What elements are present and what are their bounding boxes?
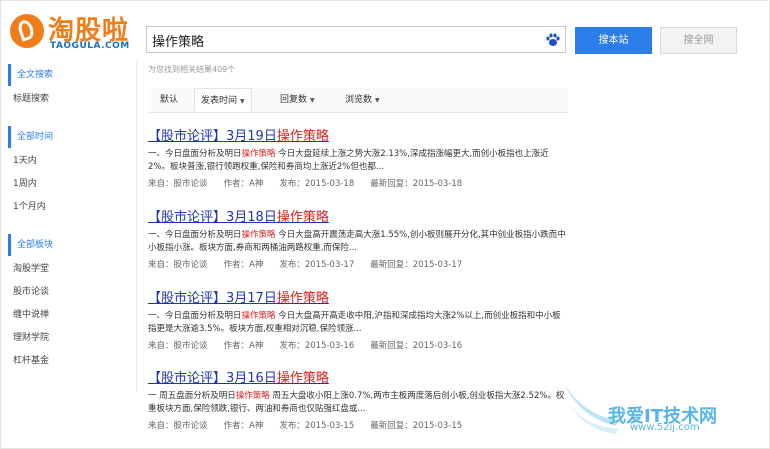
snippet-text: 一 周五盘面分析及明日	[148, 391, 236, 401]
result-title-highlight: 操作策略	[276, 129, 329, 144]
sort-down-icon: ▼	[240, 98, 245, 105]
tab-views[interactable]: 浏览数 ▼	[345, 88, 380, 112]
snippet-highlight: 操作策略	[235, 391, 270, 401]
result-last-reply: 最新回复：2015-03-15	[370, 421, 463, 431]
result-source[interactable]: 来自：股市论谈	[148, 179, 208, 189]
snippet-text: 一、今日盘面分析及明日	[148, 230, 242, 240]
tab-label: 发表时间	[201, 96, 238, 106]
tab-label: 回复数	[280, 95, 308, 105]
snippet-text: 一、今日盘面分析及明日	[148, 149, 242, 159]
result-title-highlight: 操作策略	[276, 291, 329, 306]
sidebar-item-board[interactable]: 股市论谈	[13, 284, 49, 300]
result-meta: 来自：股市论谈 作者：A神 发布：2015-03-15 最新回复：2015-03-15	[148, 419, 568, 431]
result-title-link[interactable]: 【股市论评】3月17日操作策略	[148, 290, 568, 308]
result-snippet: 一、今日盘面分析及明日操作策略 今日大盘高开高走收中阳,沪指和深成指均大涨2%以…	[148, 310, 566, 336]
result-title-highlight: 操作策略	[276, 371, 329, 386]
sort-down-icon: ▼	[310, 97, 315, 104]
paw-icon[interactable]	[545, 32, 561, 48]
sidebar-item-all-boards[interactable]: 全部板块	[8, 234, 53, 256]
result-author[interactable]: 作者：A神	[224, 421, 264, 431]
snippet-highlight: 操作策略	[241, 311, 276, 321]
result-last-reply: 最新回复：2015-03-18	[370, 179, 463, 189]
sidebar-item-board[interactable]: 淘股学堂	[13, 261, 49, 277]
sidebar-item-1day[interactable]: 1天内	[13, 153, 37, 169]
tab-publish-time[interactable]: 发表时间 ▼	[194, 88, 252, 112]
sidebar-item-all-time[interactable]: 全部时间	[8, 126, 53, 148]
sort-down-icon: ▼	[375, 97, 380, 104]
search-box	[146, 26, 566, 53]
watermark: 我爱IT技术网 www.52ij.com	[560, 380, 765, 442]
search-site-button[interactable]: 搜本站	[575, 27, 652, 54]
result-source[interactable]: 来自：股市论谈	[148, 341, 208, 351]
tab-replies[interactable]: 回复数 ▼	[280, 88, 315, 112]
result-published: 发布：2015-03-18	[279, 179, 355, 189]
sidebar-item-1month[interactable]: 1个月内	[13, 199, 46, 215]
search-input[interactable]	[152, 30, 532, 50]
result-meta: 来自：股市论谈 作者：A神 发布：2015-03-16 最新回复：2015-03-16	[148, 339, 568, 351]
sidebar-item-board[interactable]: 缠中说禅	[13, 307, 49, 323]
result-snippet: 一、今日盘面分析及明日操作策略 今日大盘高开震荡走高大涨1.55%,创小板则展开…	[148, 229, 566, 255]
result-published: 发布：2015-03-17	[279, 260, 355, 270]
result-author[interactable]: 作者：A神	[224, 341, 264, 351]
result-title-link[interactable]: 【股市论评】3月19日操作策略	[148, 128, 568, 146]
sidebar-item-1week[interactable]: 1周内	[13, 176, 37, 192]
logo-mark-icon	[10, 14, 44, 48]
site-logo[interactable]: 淘股啦 TAOGULA.COM	[10, 10, 138, 54]
sidebar: 全文搜索 标题搜索 全部时间 1天内 1周内 1个月内 全部板块 淘股学堂 股市…	[8, 62, 137, 392]
search-result: 【股市论评】3月17日操作策略 一、今日盘面分析及明日操作策略 今日大盘高开高走…	[148, 290, 568, 351]
snippet-highlight: 操作策略	[241, 230, 276, 240]
result-title-text: 【股市论评】3月17日	[148, 291, 277, 306]
logo-url: TAOGULA.COM	[50, 41, 130, 51]
snippet-text: 一、今日盘面分析及明日	[148, 311, 242, 321]
result-title-link[interactable]: 【股市论评】3月18日操作策略	[148, 209, 568, 227]
search-result: 【股市论评】3月19日操作策略 一、今日盘面分析及明日操作策略 今日大盘延续上涨…	[148, 128, 568, 189]
result-title-link[interactable]: 【股市论评】3月16日操作策略	[148, 370, 568, 388]
watermark-url: www.52ij.com	[630, 422, 700, 433]
sort-tabs: 默认 发表时间 ▼ 回复数 ▼ 浏览数 ▼	[148, 88, 568, 113]
result-snippet: 一、今日盘面分析及明日操作策略 今日大盘延续上涨之势大涨2.13%,深成指涨幅更…	[148, 148, 566, 174]
result-author[interactable]: 作者：A神	[224, 179, 264, 189]
result-title-highlight: 操作策略	[276, 210, 329, 225]
search-result: 【股市论评】3月16日操作策略 一 周五盘面分析及明日操作策略 周五大盘收小阳上…	[148, 370, 568, 431]
snippet-highlight: 操作策略	[241, 149, 276, 159]
tab-default[interactable]: 默认	[160, 88, 178, 112]
tab-label: 默认	[160, 95, 179, 105]
sidebar-item-fulltext-search[interactable]: 全文搜索	[8, 64, 53, 86]
result-snippet: 一 周五盘面分析及明日操作策略 周五大盘收小阳上涨0.7%,两市主板两度落后创小…	[148, 390, 566, 416]
result-published: 发布：2015-03-16	[279, 341, 355, 351]
sidebar-item-title-search[interactable]: 标题搜索	[13, 91, 49, 107]
result-count: 为您找到相关结果409个	[148, 65, 236, 74]
result-title-text: 【股市论评】3月16日	[148, 371, 277, 386]
result-author[interactable]: 作者：A神	[224, 260, 264, 270]
result-source[interactable]: 来自：股市论谈	[148, 421, 208, 431]
result-title-text: 【股市论评】3月19日	[148, 129, 277, 144]
result-last-reply: 最新回复：2015-03-17	[370, 260, 463, 270]
sidebar-item-board[interactable]: 理财学院	[13, 330, 49, 346]
tab-label: 浏览数	[345, 95, 373, 105]
result-last-reply: 最新回复：2015-03-16	[370, 341, 463, 351]
result-title-text: 【股市论评】3月18日	[148, 210, 277, 225]
result-published: 发布：2015-03-15	[279, 421, 355, 431]
search-web-button[interactable]: 搜全网	[660, 27, 737, 54]
sidebar-item-board[interactable]: 杠杆基金	[13, 353, 49, 369]
result-meta: 来自：股市论谈 作者：A神 发布：2015-03-17 最新回复：2015-03-17	[148, 258, 568, 270]
result-source[interactable]: 来自：股市论谈	[148, 260, 208, 270]
search-result: 【股市论评】3月18日操作策略 一、今日盘面分析及明日操作策略 今日大盘高开震荡…	[148, 209, 568, 270]
result-meta: 来自：股市论谈 作者：A神 发布：2015-03-18 最新回复：2015-03-18	[148, 177, 568, 189]
